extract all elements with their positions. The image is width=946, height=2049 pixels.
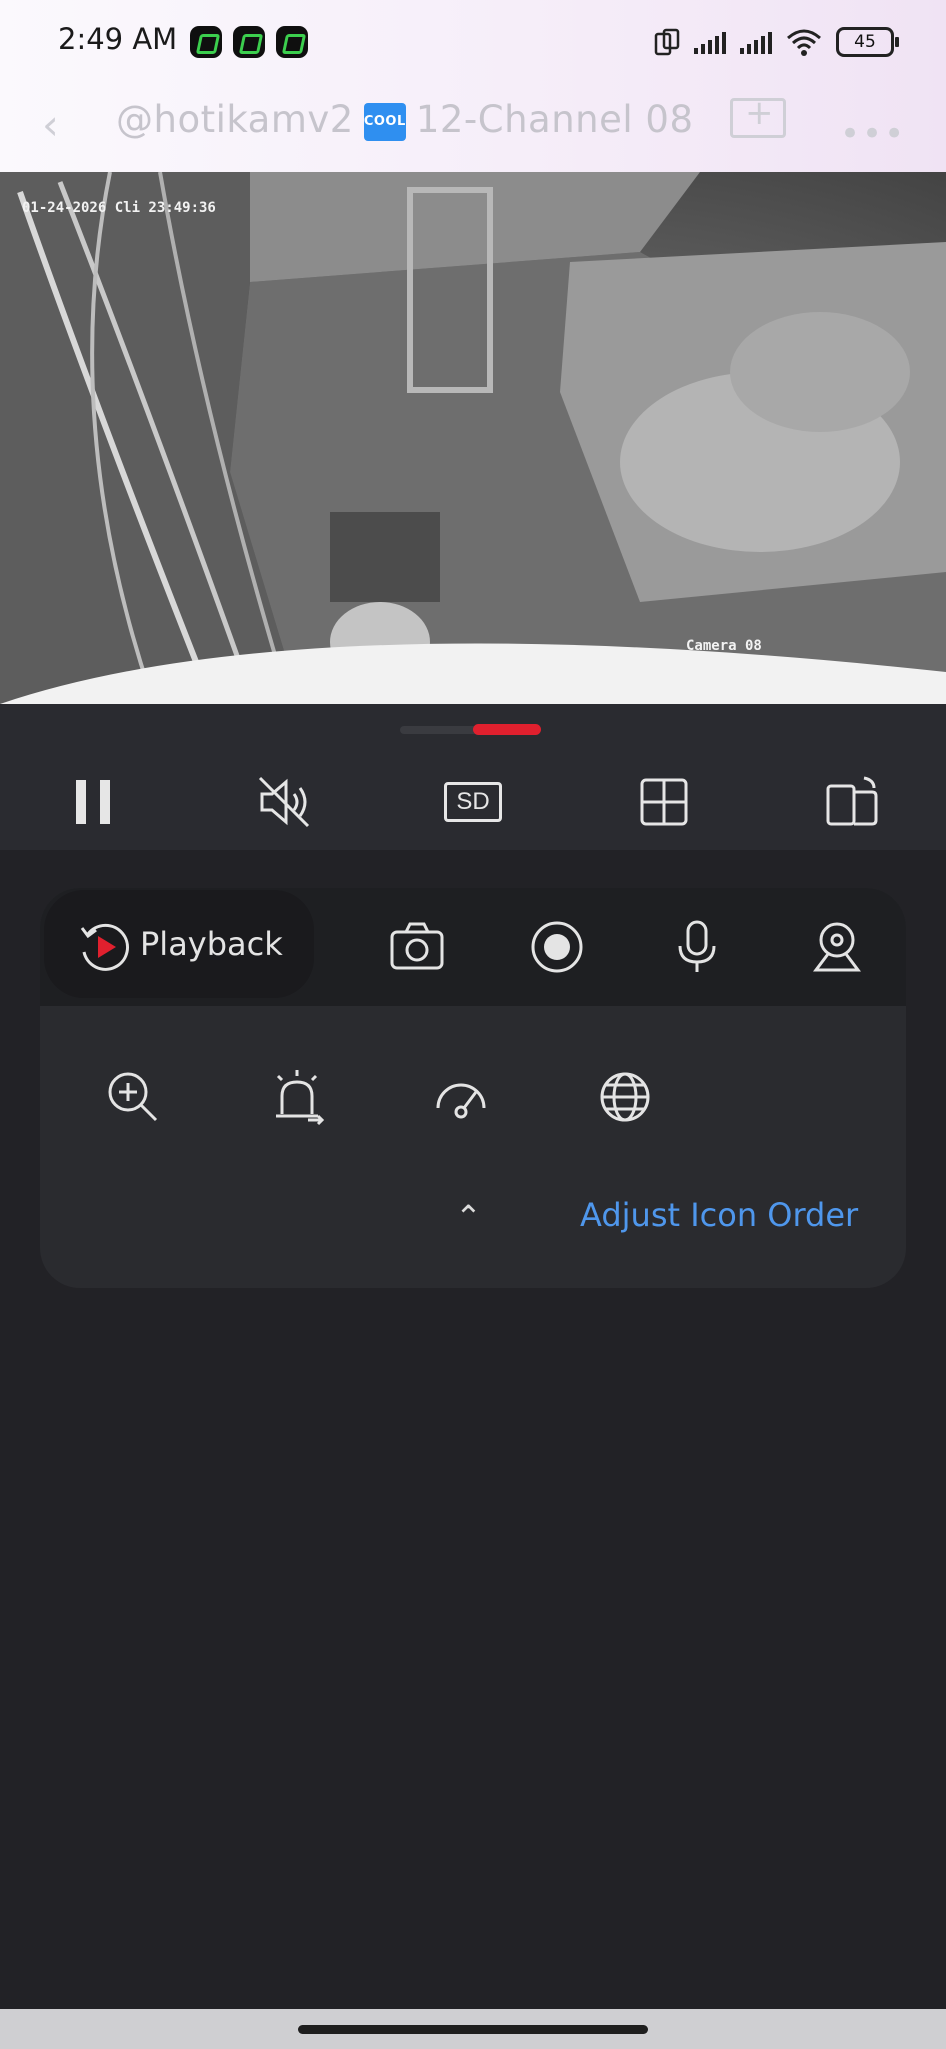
handle-indicator[interactable]	[473, 724, 541, 735]
signal-icon	[694, 30, 726, 54]
video-timestamp: 01-24-2026 Cli 23:49:36	[22, 200, 216, 216]
adjust-icon-order-link[interactable]: Adjust Icon Order	[580, 1196, 858, 1234]
navigation-bar	[0, 2009, 946, 2049]
ptz-camera-icon[interactable]	[808, 918, 866, 976]
page-title: @hotikamv2 COOL 12-Channel 08	[116, 98, 694, 141]
status-indicators: 45	[654, 26, 899, 58]
speed-gauge-icon[interactable]	[432, 1068, 490, 1126]
alarm-icon[interactable]	[268, 1068, 326, 1126]
more-icon[interactable]: •••	[840, 114, 906, 154]
playback-label[interactable]: Playback	[140, 925, 283, 963]
camera-feed-image	[0, 172, 946, 704]
title-row: ‹ @hotikamv2COOL12-Channel 08 •••	[0, 92, 946, 154]
zoom-in-icon[interactable]	[104, 1068, 162, 1126]
signal-icon	[740, 30, 772, 54]
wifi-icon	[787, 29, 821, 56]
globe-icon[interactable]	[596, 1068, 654, 1126]
app-notification-icon	[190, 26, 222, 58]
pause-icon[interactable]	[66, 772, 126, 832]
rotate-screen-icon[interactable]	[822, 772, 882, 832]
device-name: @hotikamv2	[116, 98, 354, 141]
quality-sd-button[interactable]: SD	[444, 782, 502, 822]
grid-layout-icon[interactable]	[634, 772, 694, 832]
video-control-bar: SD	[0, 754, 946, 850]
live-video[interactable]: 01-24-2026 Cli 23:49:36 Camera 08	[0, 172, 946, 704]
channel-name: 12-Channel 08	[415, 98, 694, 141]
status-time: 2:49 AM	[58, 22, 178, 56]
app-notification-icon	[233, 26, 265, 58]
app-notification-icon	[276, 26, 308, 58]
microphone-icon[interactable]	[668, 918, 726, 976]
screen-rotate-icon	[654, 28, 680, 56]
mute-icon[interactable]	[254, 772, 314, 832]
add-camera-icon[interactable]	[730, 93, 786, 138]
panel-drag-handle[interactable]	[0, 704, 946, 754]
record-icon[interactable]	[528, 918, 586, 976]
playback-icon[interactable]	[76, 918, 134, 976]
top-bar: 2:49 AM 45 ‹ @hotikamv2 COOL 12-Channel 08…	[0, 0, 946, 172]
cool-badge: COOL	[363, 102, 406, 141]
snapshot-camera-icon[interactable]	[388, 918, 446, 976]
home-indicator[interactable]	[298, 2025, 648, 2034]
camera-label: Camera 08	[686, 638, 762, 654]
back-icon[interactable]: ‹	[42, 100, 59, 149]
collapse-chevron-icon[interactable]: ⌃	[455, 1198, 482, 1236]
battery-icon: 45	[836, 27, 899, 57]
